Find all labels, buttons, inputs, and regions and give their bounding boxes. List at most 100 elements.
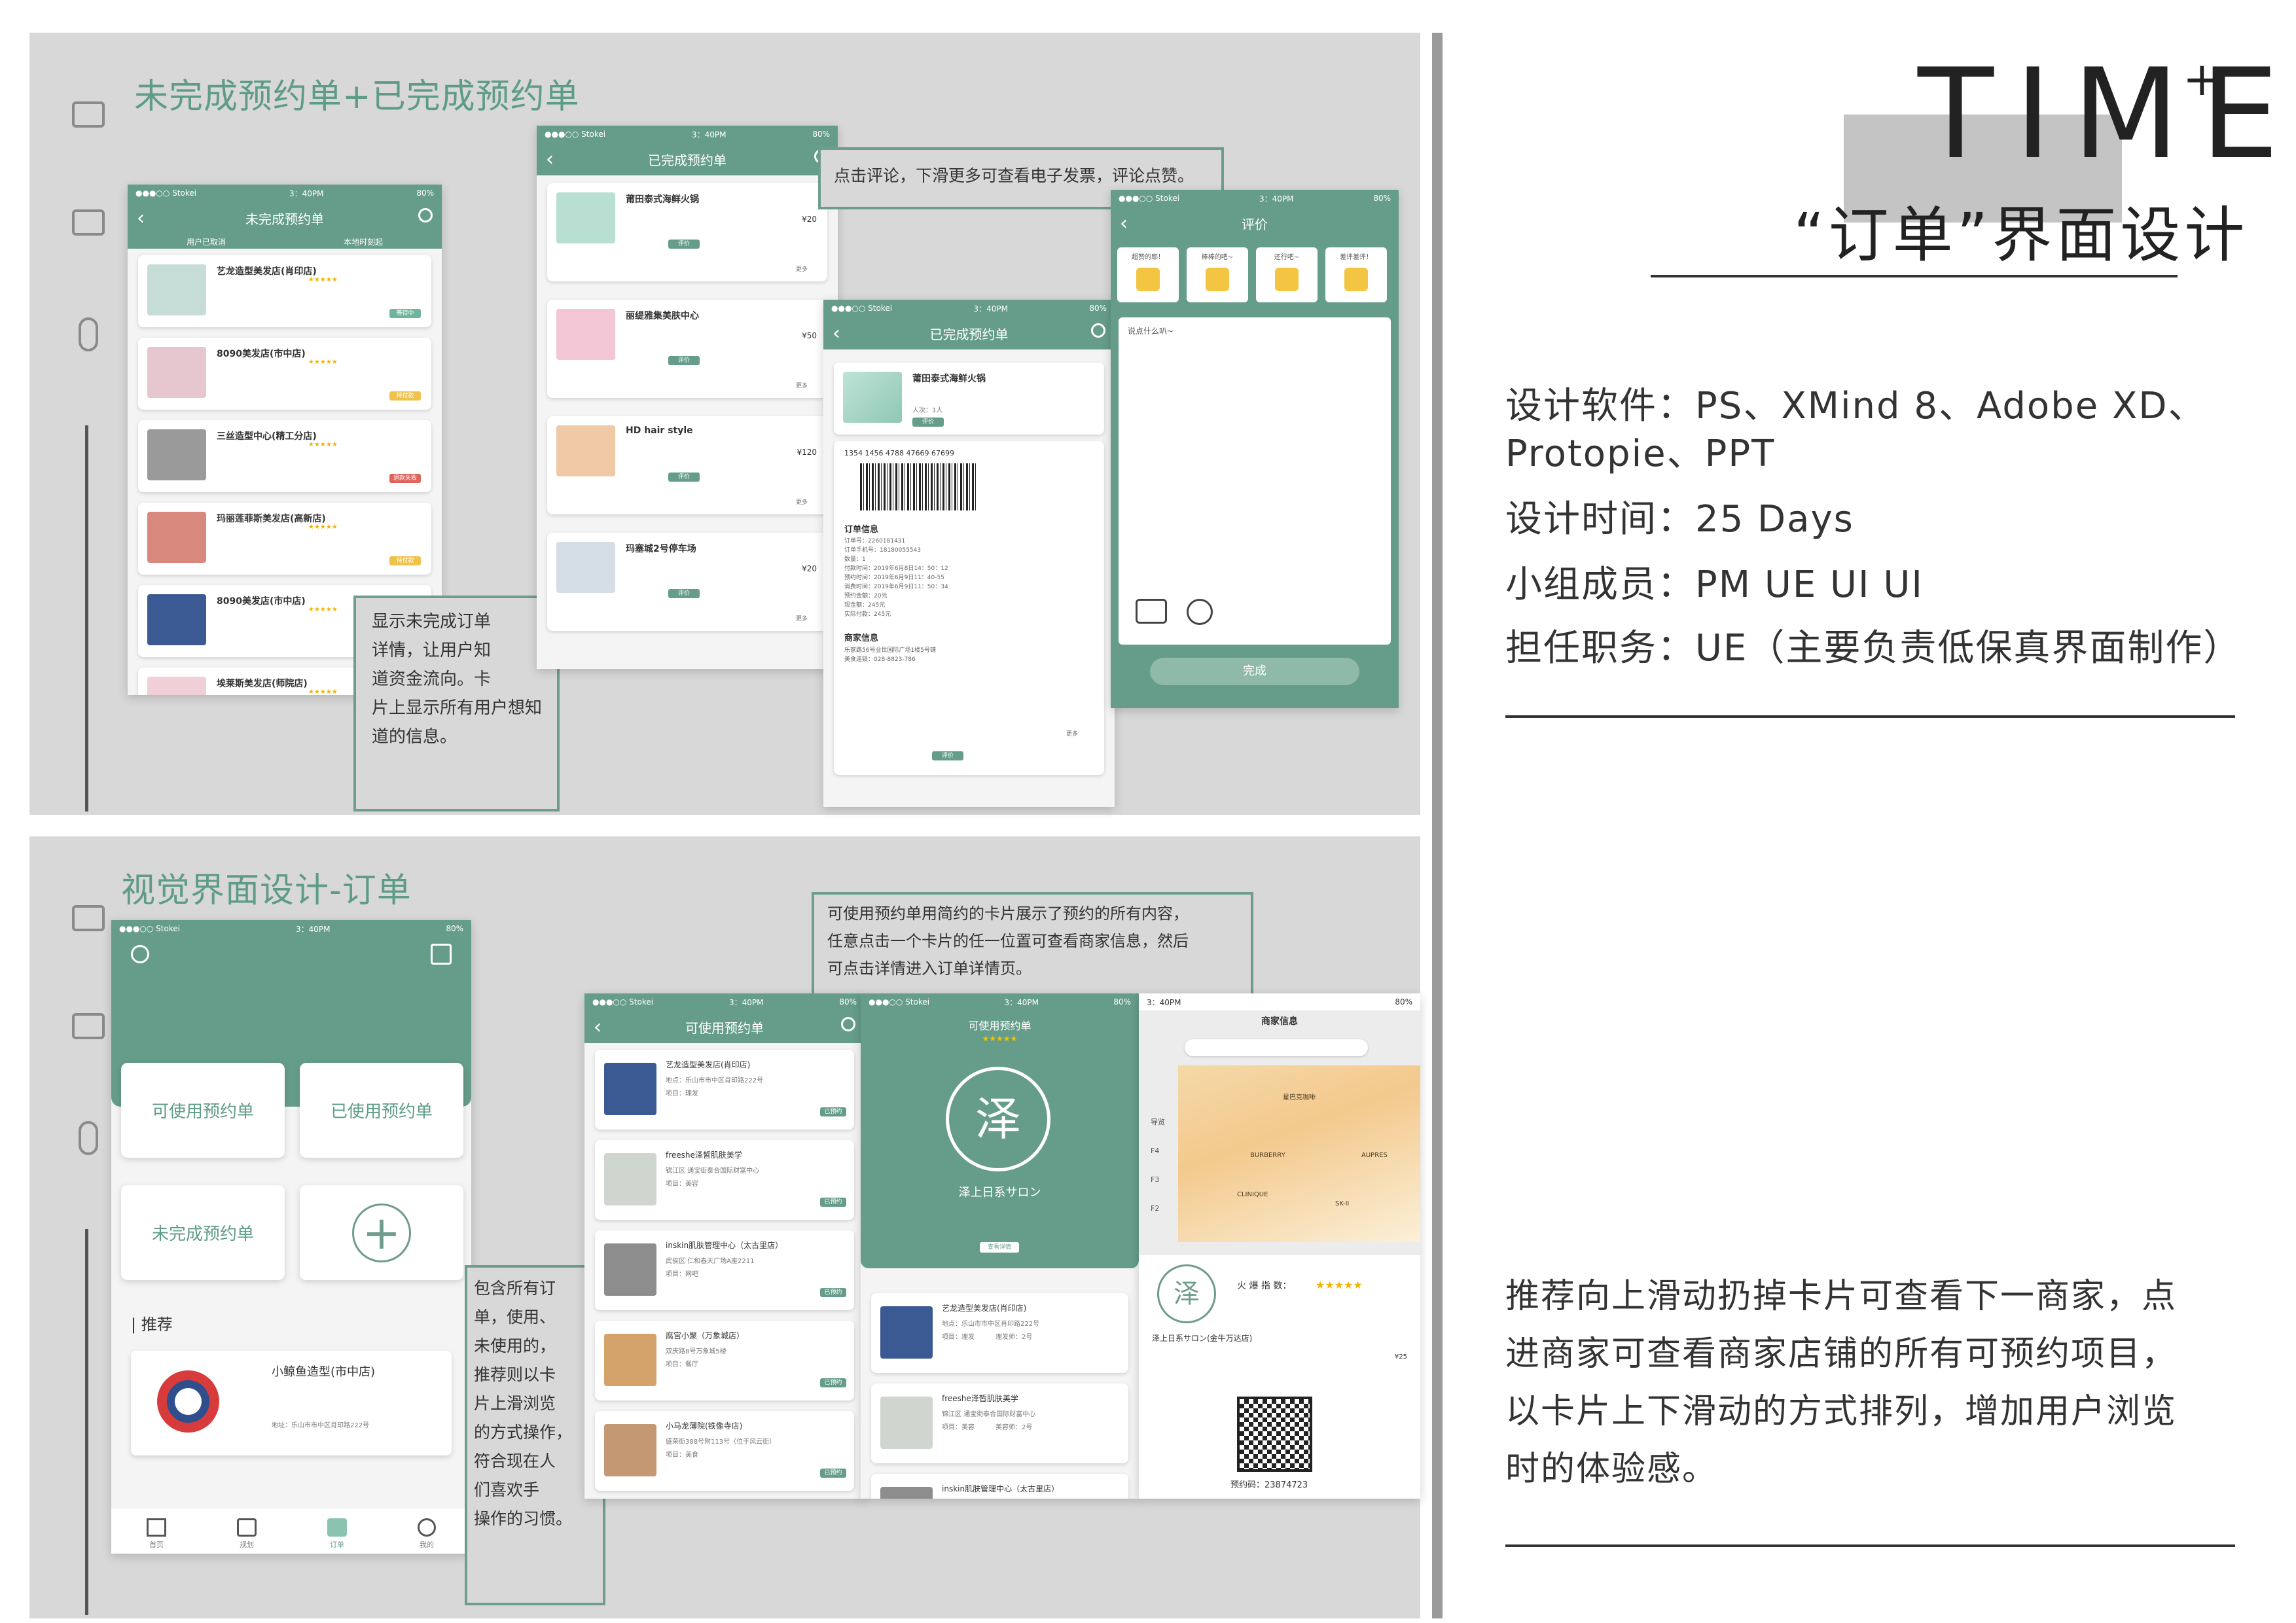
detail-shop-card[interactable]: 莆田泰式海鲜火锅 人次：1人 评价 [834, 363, 1104, 435]
order-card[interactable]: 腐宫小聚（万象城店） 双庆路8号万象城5楼 项目：餐厅 已预约 [595, 1321, 854, 1400]
done-button[interactable]: 完成 [1150, 658, 1359, 685]
shop-name: 莆田泰式海鲜火锅 [626, 194, 699, 205]
pending-orders-button[interactable]: 未完成预约单 [121, 1185, 285, 1280]
order-card[interactable]: freeshe泽皙肌肤美学 锦江区 通宝街泰合国际财富中心 项目：美容 已预约 [595, 1140, 854, 1220]
detail-button[interactable]: 查看详情 [980, 1242, 1019, 1253]
back-icon[interactable]: ‹ [833, 322, 840, 345]
order-card[interactable]: 8090美发店(市中店) ★★★★★ 待付款 [138, 338, 431, 410]
phone-home: ●●●○○ Stokei 3：40PM 80% 可使用预约单 已使用预约单 未完成预… [111, 920, 471, 1554]
rating-stars: ★★★★★ [982, 1034, 1018, 1043]
more-link[interactable]: 更多 [796, 264, 808, 273]
phone-detail: ●●●○○ Stokei 3：40PM 80% ‹ 已完成预约单 莆田泰式海鲜火锅 人… [823, 300, 1115, 807]
shop-thumbnail [147, 429, 206, 480]
review-chip[interactable]: 还行吧~ [1256, 247, 1318, 302]
status-badge: 已预约 [820, 1469, 846, 1478]
order-card[interactable]: freeshe泽皙肌肤美学 锦江区 通宝街泰合国际财富中心 项目：美容 美容师：2号 [871, 1383, 1128, 1463]
rating-stars: ★★★★★ [308, 688, 338, 695]
review-button[interactable]: 评价 [932, 751, 963, 760]
order-info-line: 订单号：2260181431 [844, 538, 906, 544]
page-title: 可使用预约单 [685, 1020, 764, 1036]
order-card[interactable]: 小马龙薄院(铁像寺店) 盛荣街388号附113号（位于风云街） 项目：美食 已预约 [595, 1411, 854, 1491]
video-play-icon[interactable] [1187, 599, 1213, 625]
usable-orders-button[interactable]: 可使用预约单 [121, 1063, 285, 1158]
floor-selector[interactable]: F4 [1151, 1137, 1165, 1166]
review-button[interactable]: 评价 [668, 356, 700, 365]
tab-time[interactable]: 本地时刻起 [344, 236, 383, 247]
shop-thumbnail [147, 347, 206, 398]
review-button[interactable]: 评价 [912, 418, 944, 427]
qr-code [1237, 1397, 1312, 1472]
price: ¥50 [802, 331, 817, 340]
order-card[interactable]: 艺龙造型美发店(肖印店) 地点：乐山市市中区肖印路222号 项目：理发 已预约 [595, 1050, 854, 1130]
review-button[interactable]: 评价 [668, 589, 700, 598]
shop-name: 玛丽莲菲斯美发店(高新店) [217, 514, 326, 524]
store-label[interactable]: AUPRES [1361, 1152, 1388, 1159]
order-card[interactable]: HD hair style ¥120 评价 更多 [547, 416, 827, 514]
store-label[interactable]: CLINIQUE [1237, 1191, 1268, 1198]
order-card[interactable]: 玛丽莲菲斯美发店(高新店) ★★★★★ 待付款 [138, 503, 431, 575]
scan-icon[interactable] [431, 944, 452, 965]
floor-selector[interactable]: F2 [1151, 1194, 1165, 1223]
home-icon [147, 1518, 166, 1537]
description-line-1: 推荐向上滑动扔掉卡片可查看下一商家，点 [1505, 1277, 2178, 1316]
review-chip[interactable]: 超赞的耶！ [1117, 247, 1179, 302]
more-link[interactable]: 更多 [1066, 729, 1078, 738]
order-card[interactable]: 三丝造型中心(精工分店) ★★★★★ 退款失败 [138, 420, 431, 492]
used-orders-button[interactable]: 已使用预约单 [300, 1063, 463, 1158]
order-card[interactable]: 艺龙造型美发店(肖印店) 地点：乐山市市中区肖印路222号 项目：理发 理发师：2号 [871, 1293, 1128, 1373]
review-button[interactable]: 评价 [668, 473, 700, 482]
recommend-card[interactable]: 小鲸鱼造型(市中店) 地址：乐山市市中区肖印路222号 [131, 1351, 452, 1455]
floor-selector[interactable]: F3 [1151, 1166, 1165, 1194]
back-icon[interactable]: ‹ [137, 207, 145, 230]
search-icon[interactable] [131, 945, 149, 963]
brand-subtitle: “订单”界面设计 [1793, 200, 2249, 270]
more-link[interactable]: 更多 [796, 497, 808, 506]
floor-selector[interactable]: 导览 [1151, 1108, 1165, 1137]
tab-plan[interactable]: 规划 [237, 1518, 257, 1550]
emoji-icon [1275, 268, 1299, 291]
more-link[interactable]: 更多 [796, 614, 808, 622]
shop-name: 8090美发店(市中店) [217, 596, 306, 607]
camera-icon[interactable] [1136, 599, 1167, 624]
tab-cancelled[interactable]: 用户已取消 [187, 236, 226, 247]
search-icon[interactable] [1091, 323, 1105, 338]
review-chip[interactable]: 棒棒的吧~ [1187, 247, 1248, 302]
store-label[interactable]: SK-II [1335, 1200, 1349, 1207]
barcode-number: 1354 1456 4788 47669 67699 [844, 449, 954, 457]
tab-me[interactable]: 我的 [418, 1518, 436, 1550]
store-label[interactable]: BURBERRY [1250, 1152, 1285, 1159]
order-card[interactable]: 玛塞城2号停车场 ¥20 评价 更多 [547, 533, 827, 631]
panel-bottom: 视觉界面设计-订单 ●●●○○ Stokei 3：40PM 80% 可使用预约单 已… [29, 836, 1420, 1618]
back-icon[interactable]: ‹ [594, 1016, 601, 1039]
rating-stars: ★★★★★ [308, 441, 338, 448]
shop-name: 8090美发店(市中店) [217, 349, 306, 359]
back-icon[interactable]: ‹ [1120, 212, 1128, 235]
store-label[interactable]: 星巴克咖啡 [1283, 1092, 1316, 1101]
emoji-icon [1136, 268, 1160, 291]
review-textarea[interactable]: 说点什么叭~ [1119, 317, 1391, 645]
timeline-line [85, 1229, 88, 1615]
order-card[interactable]: 艺龙造型美发店(肖印店) ★★★★★ 等待中 [138, 255, 431, 327]
review-chip[interactable]: 差评差评！ [1325, 247, 1387, 302]
section1-title: 未完成预约单+已完成预约单 [134, 77, 580, 116]
order-info-line: 付款时间：2019年6月8日14：50：12 [844, 565, 948, 572]
map-search-input[interactable] [1185, 1039, 1368, 1056]
shop-info-card[interactable]: 泽 火 爆 指 数： ★★★★★ 泽上日系サロン(金牛万达店) ¥25 预约码：… [1139, 1255, 1420, 1499]
more-link[interactable]: 更多 [796, 381, 808, 389]
review-button[interactable]: 评价 [668, 240, 700, 249]
rule-2 [1505, 715, 2235, 718]
order-card[interactable]: 莆田泰式海鲜火锅 ¥20 评价 更多 [547, 183, 827, 281]
tab-orders[interactable]: 订单 [327, 1518, 347, 1550]
order-card[interactable]: inskin肌肤管理中心（太古里店） [871, 1474, 1128, 1499]
rating-stars: ★★★★★ [308, 606, 338, 613]
search-icon[interactable] [841, 1017, 855, 1031]
back-icon[interactable]: ‹ [546, 148, 554, 171]
plan-icon [237, 1518, 257, 1537]
shop-name: 玛塞城2号停车场 [626, 544, 696, 554]
add-button[interactable]: + [300, 1185, 463, 1280]
order-card[interactable]: inskin肌肤管理中心（太古里店） 武侯区 仁和春天广场A座2211 项目：网吧已… [595, 1230, 854, 1310]
phone-map: 3：40PM 80% 商家信息 星巴克咖啡 BURBERRY AUPRES CLINIQ… [1139, 993, 1420, 1499]
order-card[interactable]: 丽缇雅集美肤中心 ¥50 评价 更多 [547, 300, 827, 398]
tab-home[interactable]: 首页 [147, 1518, 166, 1550]
search-icon[interactable] [418, 208, 433, 223]
